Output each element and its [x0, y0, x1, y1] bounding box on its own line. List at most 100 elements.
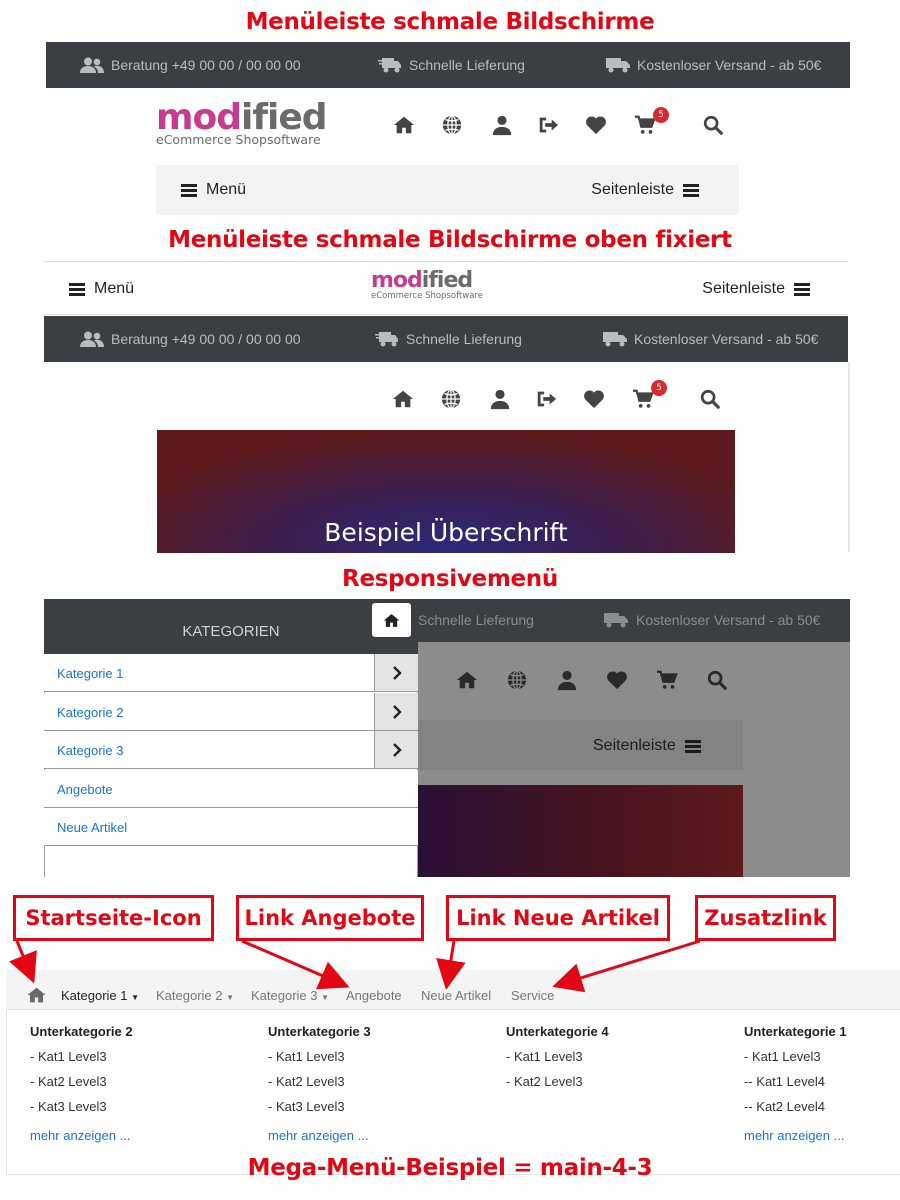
logo-word-b: ified — [421, 268, 473, 293]
dimmed-menubar: Seitenleiste — [418, 720, 743, 770]
show-more-link[interactable]: mehr anzeigen ... — [744, 1128, 894, 1143]
show-more-link[interactable]: mehr anzeigen ... — [30, 1128, 250, 1143]
category-item-1[interactable]: Kategorie 1 — [44, 654, 418, 692]
globe-icon[interactable] — [441, 114, 463, 136]
offcanvas-home-button[interactable] — [372, 603, 411, 637]
globe-icon — [506, 669, 528, 691]
subcategory-link[interactable]: - Kat1 Level3 — [744, 1049, 894, 1064]
info-topbar: Beratung +49 00 00 / 00 00 00 Schnelle L… — [46, 42, 850, 88]
column-title[interactable]: Unterkategorie 1 — [744, 1024, 894, 1039]
shipping-info: Kostenloser Versand - ab 50€ — [604, 611, 820, 629]
category-label: Kategorie 3 — [57, 743, 124, 758]
chevron-right-icon[interactable] — [374, 731, 418, 768]
search-icon[interactable] — [699, 388, 721, 410]
category-item-3[interactable]: Kategorie 3 — [44, 731, 418, 769]
section-title-responsive: Responsivemenü — [342, 566, 558, 592]
delivery-text: Schnelle Lieferung — [406, 331, 522, 347]
category-item-2[interactable]: Kategorie 2 — [44, 693, 418, 731]
menu-label: Menü — [206, 181, 247, 198]
fixed-header: Menü modified eCommerce Shopsoftware Sei… — [44, 261, 848, 315]
callout-new-items-link: Link Neue Artikel — [446, 895, 670, 941]
user-icon — [556, 669, 578, 691]
megamenu-column: Unterkategorie 1 - Kat1 Level3 -- Kat1 L… — [744, 1024, 894, 1143]
column-title[interactable]: Unterkategorie 4 — [506, 1024, 726, 1039]
nav-new-items-link[interactable]: Neue Artikel — [421, 988, 491, 1003]
column-title[interactable]: Unterkategorie 2 — [30, 1024, 250, 1039]
logo-tagline: eCommerce Shopsoftware — [156, 132, 321, 147]
users-icon — [80, 331, 104, 347]
new-items-item[interactable]: Neue Artikel — [44, 808, 418, 846]
home-icon — [383, 613, 400, 627]
subcategory-link[interactable]: -- Kat2 Level4 — [744, 1099, 894, 1114]
subcategory-link[interactable]: - Kat3 Level3 — [30, 1099, 250, 1114]
cart-icon[interactable] — [632, 388, 654, 410]
column-title[interactable]: Unterkategorie 3 — [268, 1024, 488, 1039]
fixed-menu-toggle[interactable]: Menü — [69, 280, 134, 298]
subcategory-link[interactable]: - Kat1 Level3 — [506, 1049, 726, 1064]
users-icon — [80, 57, 104, 73]
delivery-text-partial: Schnelle Lieferung — [418, 612, 534, 628]
chevron-right-icon[interactable] — [374, 693, 418, 730]
megamenu-column: Unterkategorie 4 - Kat1 Level3 - Kat2 Le… — [506, 1024, 726, 1099]
show-more-link[interactable]: mehr anzeigen ... — [268, 1128, 488, 1143]
home-icon[interactable] — [393, 114, 415, 136]
nav-service-link[interactable]: Service — [511, 988, 554, 1003]
section-title-megamenu: Mega-Menü-Beispiel = main-4-3 — [247, 1155, 653, 1181]
callout-extra-link: Zusatzlink — [695, 895, 836, 941]
user-icon[interactable] — [491, 114, 513, 136]
section-title-fixed: Menüleiste schmale Bildschirme oben fixi… — [168, 227, 732, 253]
shipping-text: Kostenloser Versand - ab 50€ — [637, 57, 822, 73]
search-icon — [706, 669, 728, 691]
subcategory-link[interactable]: - Kat2 Level3 — [30, 1074, 250, 1089]
fixed-sidebar-toggle[interactable]: Seitenleiste — [702, 280, 810, 298]
logo[interactable]: modified eCommerce Shopsoftware — [156, 100, 328, 147]
home-icon[interactable] — [392, 388, 414, 410]
advice-text: Beratung +49 00 00 / 00 00 00 — [111, 331, 301, 347]
nav-category-2[interactable]: Kategorie 2 ▼ — [156, 988, 234, 1003]
nav-offers-link[interactable]: Angebote — [346, 988, 402, 1003]
heart-icon[interactable] — [583, 388, 605, 410]
search-icon[interactable] — [702, 114, 724, 136]
subcategory-link[interactable]: -- Kat1 Level4 — [744, 1074, 894, 1089]
cart-count-badge: 5 — [651, 380, 667, 396]
globe-icon[interactable] — [440, 388, 462, 410]
delivery-info: Schnelle Lieferung — [378, 42, 525, 88]
nav-category-3[interactable]: Kategorie 3 ▼ — [251, 988, 329, 1003]
shipping-info: Kostenloser Versand - ab 50€ — [606, 42, 821, 88]
menu-toggle[interactable]: Menü — [181, 181, 246, 199]
megamenu-column: Unterkategorie 2 - Kat1 Level3 - Kat2 Le… — [30, 1024, 250, 1143]
shipping-info: Kostenloser Versand - ab 50€ — [603, 316, 818, 362]
truck-icon — [604, 613, 628, 628]
dimmed-topbar: Schnelle Lieferung Kostenloser Versand -… — [418, 599, 850, 642]
subcategory-link[interactable]: - Kat1 Level3 — [30, 1049, 250, 1064]
chevron-right-icon[interactable] — [374, 654, 418, 691]
sidebar-toggle: Seitenleiste — [593, 737, 701, 755]
nav-category-1[interactable]: Kategorie 1 ▼ — [61, 988, 139, 1003]
subcategory-link[interactable]: - Kat2 Level3 — [506, 1074, 726, 1089]
offers-label: Angebote — [57, 782, 113, 797]
sidebar-toggle[interactable]: Seitenleiste — [591, 181, 699, 199]
menu-bars-icon — [181, 183, 197, 197]
sidebar-label: Seitenleiste — [593, 737, 676, 754]
callout-offers-link: Link Angebote — [236, 895, 424, 941]
user-icon[interactable] — [489, 388, 511, 410]
megamenu-nav: Kategorie 1 ▼ Kategorie 2 ▼ Kategorie 3 … — [6, 970, 900, 1010]
offers-item[interactable]: Angebote — [44, 770, 418, 808]
shipping-text: Kostenloser Versand - ab 50€ — [636, 612, 821, 628]
home-icon[interactable] — [26, 986, 47, 1004]
cart-icon — [656, 669, 678, 691]
hero-title: Beispiel Überschrift — [324, 518, 568, 547]
subcategory-link[interactable]: - Kat2 Level3 — [268, 1074, 488, 1089]
logout-icon[interactable] — [537, 114, 559, 136]
category-label: Kategorie 1 — [57, 666, 124, 681]
subcategory-link[interactable]: - Kat1 Level3 — [268, 1049, 488, 1064]
section-title-narrow: Menüleiste schmale Bildschirme — [245, 9, 655, 35]
heart-icon[interactable] — [585, 114, 607, 136]
fixed-logo[interactable]: modified eCommerce Shopsoftware — [371, 270, 483, 301]
subcategory-link[interactable]: - Kat3 Level3 — [268, 1099, 488, 1114]
offcanvas-title: KATEGORIEN — [182, 623, 280, 640]
sidebar-bars-icon — [794, 282, 810, 296]
hero-banner[interactable]: Beispiel Überschrift — [157, 430, 735, 553]
logout-icon[interactable] — [535, 388, 557, 410]
advice-info: Beratung +49 00 00 / 00 00 00 — [80, 42, 301, 88]
